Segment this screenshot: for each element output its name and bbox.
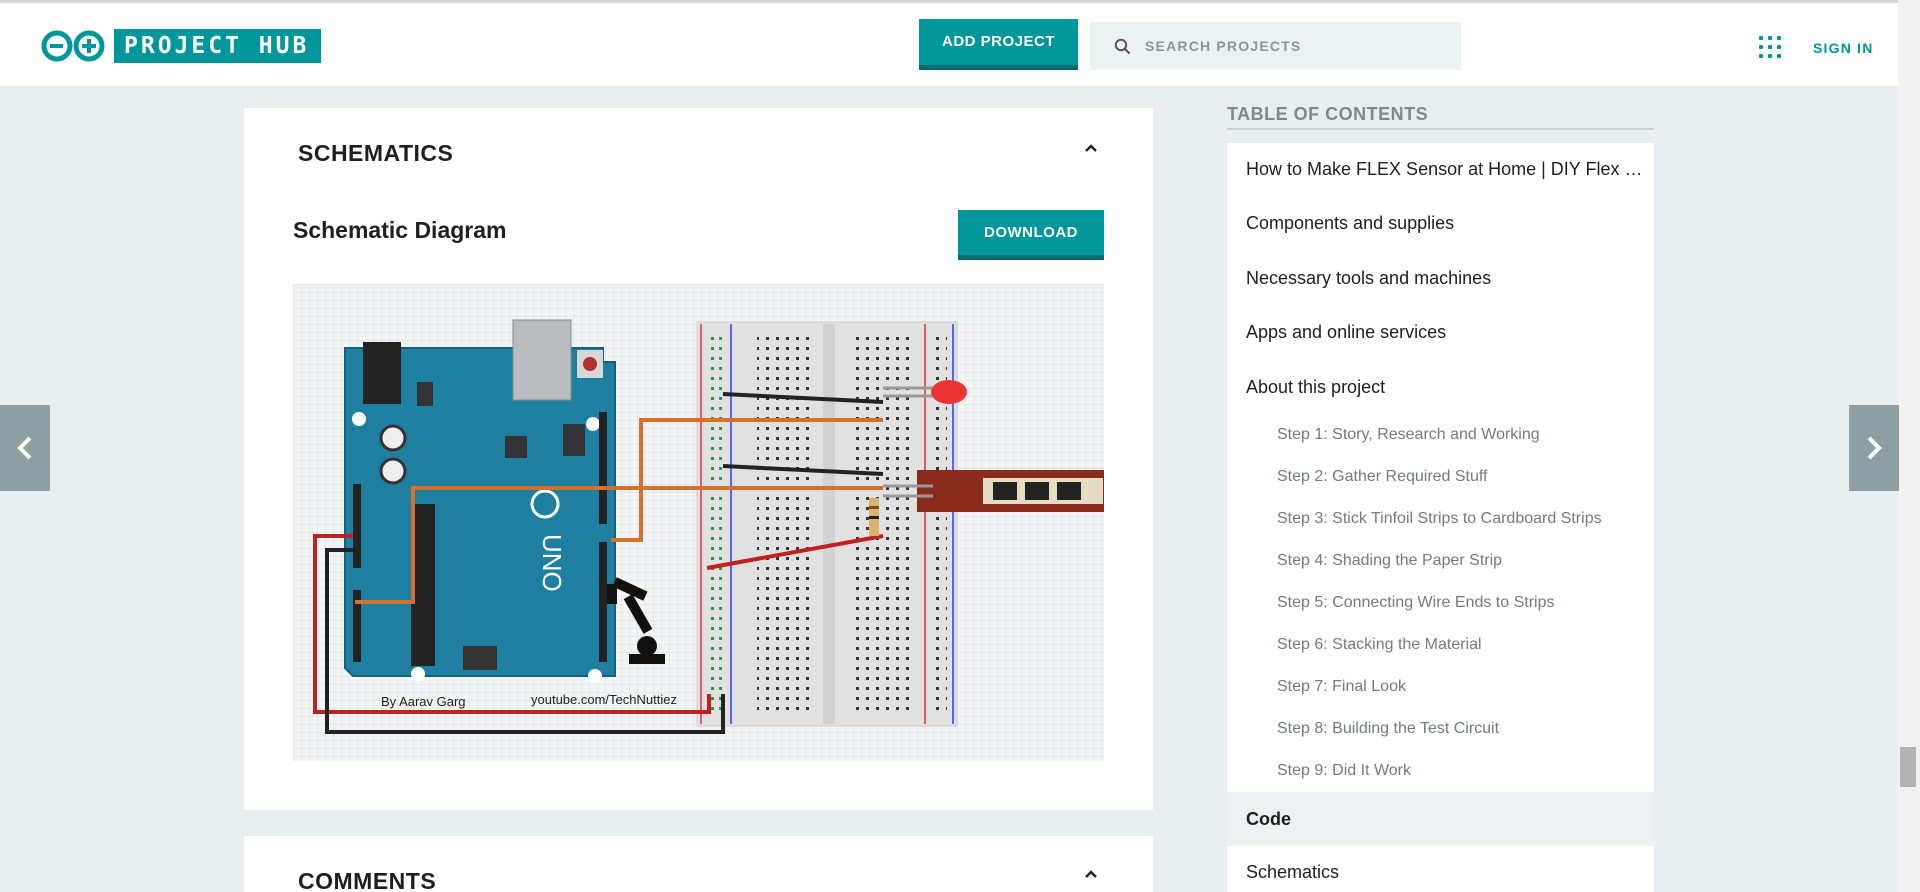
- apps-grid-icon[interactable]: [1759, 36, 1781, 58]
- search-input[interactable]: [1145, 38, 1445, 54]
- arduino-logo-icon: [41, 30, 105, 62]
- schematics-section: SCHEMATICS Schematic Diagram DOWNLOAD UN…: [244, 108, 1153, 810]
- toc-step-item[interactable]: Step 8: Building the Test Circuit: [1277, 720, 1647, 738]
- chevron-right-icon: [1867, 436, 1882, 460]
- toc-title: TABLE OF CONTENTS: [1227, 104, 1429, 124]
- schematic-title: Schematic Diagram: [293, 217, 507, 243]
- chevron-up-icon[interactable]: [1081, 138, 1101, 158]
- top-header: PROJECT HUB ADD PROJECT SIGN IN: [0, 0, 1898, 86]
- toc-step-item[interactable]: Step 9: Did It Work: [1277, 762, 1647, 780]
- section-title: COMMENTS: [298, 868, 437, 892]
- svg-text:UNO: UNO: [537, 534, 567, 592]
- comments-section: COMMENTS: [244, 836, 1153, 892]
- previous-project-button[interactable]: [0, 405, 50, 491]
- schematic-diagram-image[interactable]: UNO By Aarav Garg youtube.com/TechNuttie…: [293, 284, 1104, 761]
- section-title: SCHEMATICS: [298, 140, 454, 166]
- breadboard: [696, 321, 958, 727]
- download-button[interactable]: DOWNLOAD: [958, 210, 1104, 260]
- toc-item-schematics[interactable]: Schematics: [1246, 862, 1644, 883]
- toc-step-item[interactable]: Step 5: Connecting Wire Ends to Strips: [1277, 594, 1647, 612]
- arduino-uno-board: UNO: [344, 319, 616, 683]
- toc-step-item[interactable]: Step 4: Shading the Paper Strip: [1277, 552, 1647, 570]
- toc-divider: [1227, 128, 1654, 130]
- toc-item[interactable]: Apps and online services: [1246, 322, 1644, 343]
- table-of-contents: How to Make FLEX Sensor at Home | DIY Fl…: [1227, 143, 1654, 892]
- search-box[interactable]: [1090, 22, 1461, 70]
- toc-item[interactable]: Components and supplies: [1246, 213, 1644, 234]
- toc-item[interactable]: About this project: [1246, 377, 1644, 398]
- channel-caption: youtube.com/TechNuttiez: [531, 692, 677, 707]
- toc-item[interactable]: How to Make FLEX Sensor at Home | DIY Fl…: [1246, 159, 1644, 180]
- toc-step-item[interactable]: Step 7: Final Look: [1277, 678, 1647, 696]
- toc-step-item[interactable]: Step 2: Gather Required Stuff: [1277, 468, 1647, 486]
- scrollbar-thumb[interactable]: [1900, 747, 1916, 787]
- chevron-left-icon: [17, 436, 32, 460]
- next-project-button[interactable]: [1849, 405, 1899, 491]
- search-icon: [1114, 38, 1131, 54]
- toc-step-item[interactable]: Step 6: Stacking the Material: [1277, 636, 1647, 654]
- add-project-button[interactable]: ADD PROJECT: [919, 19, 1078, 70]
- toc-item[interactable]: Necessary tools and machines: [1246, 268, 1644, 289]
- toc-step-item[interactable]: Step 1: Story, Research and Working: [1277, 426, 1647, 444]
- toc-step-item[interactable]: Step 3: Stick Tinfoil Strips to Cardboar…: [1277, 510, 1647, 528]
- circuit-illustration: UNO: [313, 319, 1104, 734]
- resistor-component: [869, 498, 879, 536]
- project-hub-logo[interactable]: PROJECT HUB: [40, 29, 322, 63]
- chevron-up-icon[interactable]: [1081, 864, 1101, 884]
- toc-item-code-active[interactable]: Code: [1227, 792, 1654, 846]
- toc-active-label: Code: [1246, 809, 1291, 829]
- author-caption: By Aarav Garg: [381, 694, 466, 709]
- logo-text: PROJECT HUB: [114, 29, 322, 63]
- sign-in-link[interactable]: SIGN IN: [1813, 40, 1874, 56]
